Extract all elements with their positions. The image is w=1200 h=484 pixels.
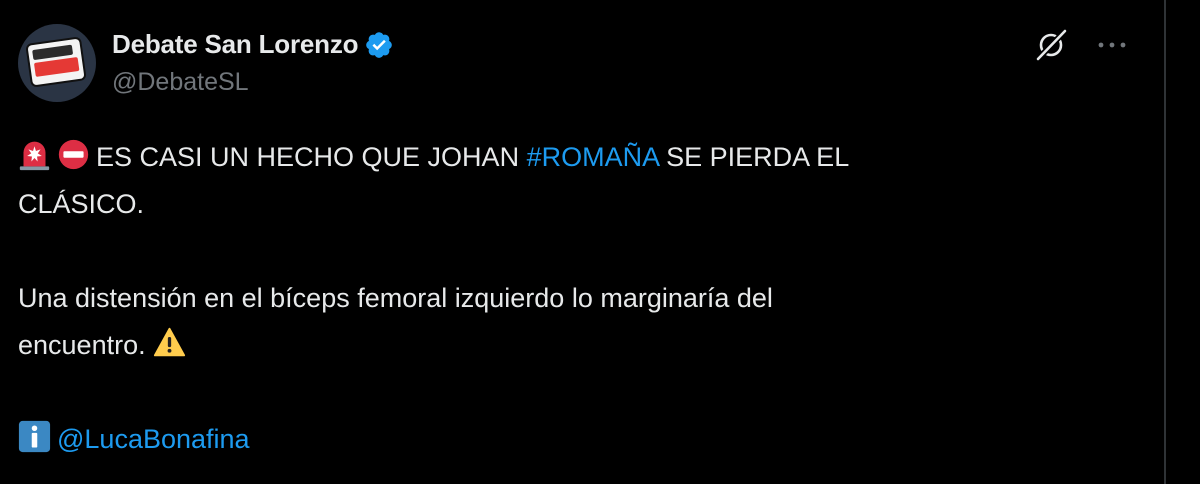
- no-entry-icon: [58, 139, 89, 170]
- mention-link[interactable]: @LucaBonafina: [57, 424, 250, 454]
- tweet-text-segment: encuentro.: [18, 330, 146, 360]
- author-display-name[interactable]: Debate San Lorenzo: [112, 29, 359, 60]
- tweet-text: ES CASI UN HECHO QUE JOHAN #ROMAÑA SE PI…: [18, 134, 1118, 463]
- tweet-line-4: encuentro.: [18, 322, 1118, 369]
- tweet-line-1: ES CASI UN HECHO QUE JOHAN #ROMAÑA SE PI…: [18, 134, 1118, 181]
- tweet: Debate San Lorenzo @DebateSL ES CASI UN …: [0, 0, 1166, 484]
- avatar-logo: [27, 38, 85, 86]
- tweet-text-segment: SE PIERDA EL: [658, 142, 850, 172]
- author-info: Debate San Lorenzo @DebateSL: [112, 29, 394, 97]
- tweet-line-2: CLÁSICO.: [18, 189, 145, 219]
- more-horizontal-icon[interactable]: [1096, 40, 1128, 50]
- tweet-text-segment: ES CASI UN HECHO QUE JOHAN: [96, 142, 527, 172]
- information-icon: [18, 420, 51, 453]
- avatar[interactable]: [18, 24, 96, 102]
- tweet-line-5: @LucaBonafina: [18, 416, 1118, 463]
- warning-icon: [154, 327, 186, 357]
- grok-icon[interactable]: [1034, 28, 1068, 62]
- tweet-actions-top: [1034, 28, 1128, 62]
- tweet-line-3: Una distensión en el bíceps femoral izqu…: [18, 283, 773, 313]
- tweet-header: Debate San Lorenzo @DebateSL: [18, 24, 394, 102]
- author-handle[interactable]: @DebateSL: [112, 68, 394, 97]
- verified-badge-icon: [366, 31, 393, 58]
- police-siren-icon: [19, 141, 50, 171]
- hashtag-link[interactable]: #ROMAÑA: [527, 142, 659, 172]
